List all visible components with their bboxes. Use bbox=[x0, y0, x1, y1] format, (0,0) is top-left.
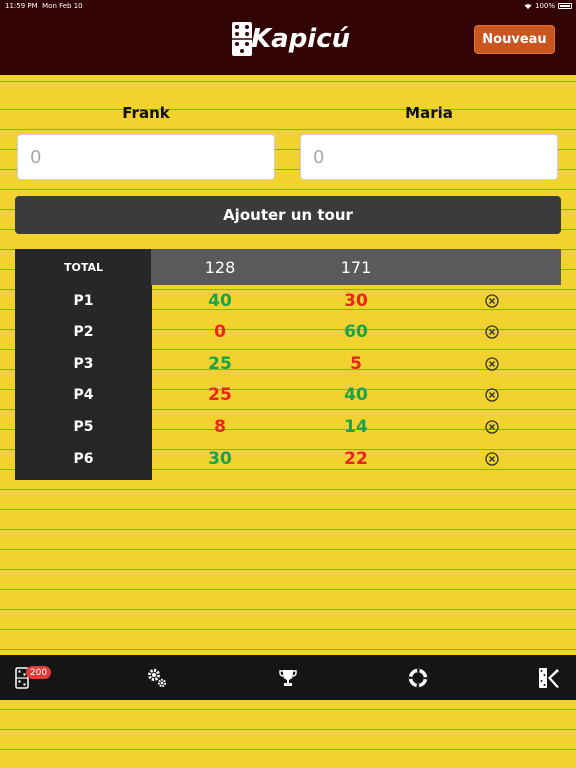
total-player-2: 171 bbox=[340, 257, 372, 277]
round-label: P6 bbox=[73, 451, 94, 467]
round-score-player-2: 60 bbox=[344, 322, 368, 342]
player-1-score-input[interactable] bbox=[17, 134, 275, 180]
status-time: 11:59 PM Mon Feb 10 bbox=[5, 2, 83, 10]
player-name-1: Frank bbox=[122, 104, 170, 122]
total-player-1: 128 bbox=[204, 257, 236, 277]
battery-percent: 100% bbox=[534, 2, 555, 10]
new-game-button[interactable]: Nouveau bbox=[474, 25, 555, 54]
delete-round-icon[interactable] bbox=[484, 293, 500, 309]
player-2-score-input[interactable] bbox=[300, 134, 558, 180]
domino-logo-icon bbox=[232, 22, 252, 56]
delete-round-icon[interactable] bbox=[484, 387, 500, 403]
round-score-player-1: 25 bbox=[208, 354, 232, 374]
status-bar: 11:59 PM Mon Feb 10 100% bbox=[0, 0, 576, 12]
status-clock: 11:59 PM bbox=[5, 2, 38, 10]
wifi-icon bbox=[524, 4, 532, 9]
round-label: P3 bbox=[73, 356, 94, 372]
add-round-button[interactable]: Ajouter un tour bbox=[15, 196, 561, 234]
round-score-player-2: 22 bbox=[344, 449, 368, 469]
round-score-player-1: 8 bbox=[214, 417, 226, 437]
round-score-player-1: 25 bbox=[208, 385, 232, 405]
delete-round-icon[interactable] bbox=[484, 451, 500, 467]
round-label: P1 bbox=[73, 293, 94, 309]
logo-text: Kapicú bbox=[251, 24, 351, 54]
round-label: P5 bbox=[73, 419, 94, 435]
tab-help[interactable] bbox=[398, 655, 438, 700]
app-logo: Kapicú bbox=[231, 19, 350, 59]
round-score-player-2: 30 bbox=[344, 291, 368, 311]
player-name-2: Maria bbox=[405, 104, 453, 122]
delete-round-icon[interactable] bbox=[484, 419, 500, 435]
delete-round-icon[interactable] bbox=[484, 324, 500, 340]
tab-kapicu[interactable] bbox=[529, 655, 569, 700]
domino-count-badge: 200 bbox=[26, 666, 51, 679]
trophy-icon bbox=[279, 669, 297, 686]
status-right: 100% bbox=[524, 2, 572, 10]
round-score-player-2: 5 bbox=[350, 354, 362, 374]
tab-leaderboard[interactable] bbox=[268, 655, 308, 700]
status-date: Mon Feb 10 bbox=[42, 2, 83, 10]
tab-settings[interactable] bbox=[137, 655, 177, 700]
round-score-player-2: 40 bbox=[344, 385, 368, 405]
round-label: P4 bbox=[73, 387, 94, 403]
kapicu-logo-icon bbox=[539, 667, 559, 688]
round-score-player-1: 30 bbox=[208, 449, 232, 469]
round-score-player-1: 40 bbox=[208, 291, 232, 311]
settings-gears-icon bbox=[148, 668, 167, 687]
total-label: TOTAL bbox=[63, 260, 104, 274]
round-score-player-2: 14 bbox=[344, 417, 368, 437]
round-score-player-1: 0 bbox=[214, 322, 226, 342]
battery-icon bbox=[558, 3, 572, 9]
lifebuoy-icon bbox=[408, 668, 428, 687]
round-label: P2 bbox=[73, 324, 94, 340]
delete-round-icon[interactable] bbox=[484, 356, 500, 372]
